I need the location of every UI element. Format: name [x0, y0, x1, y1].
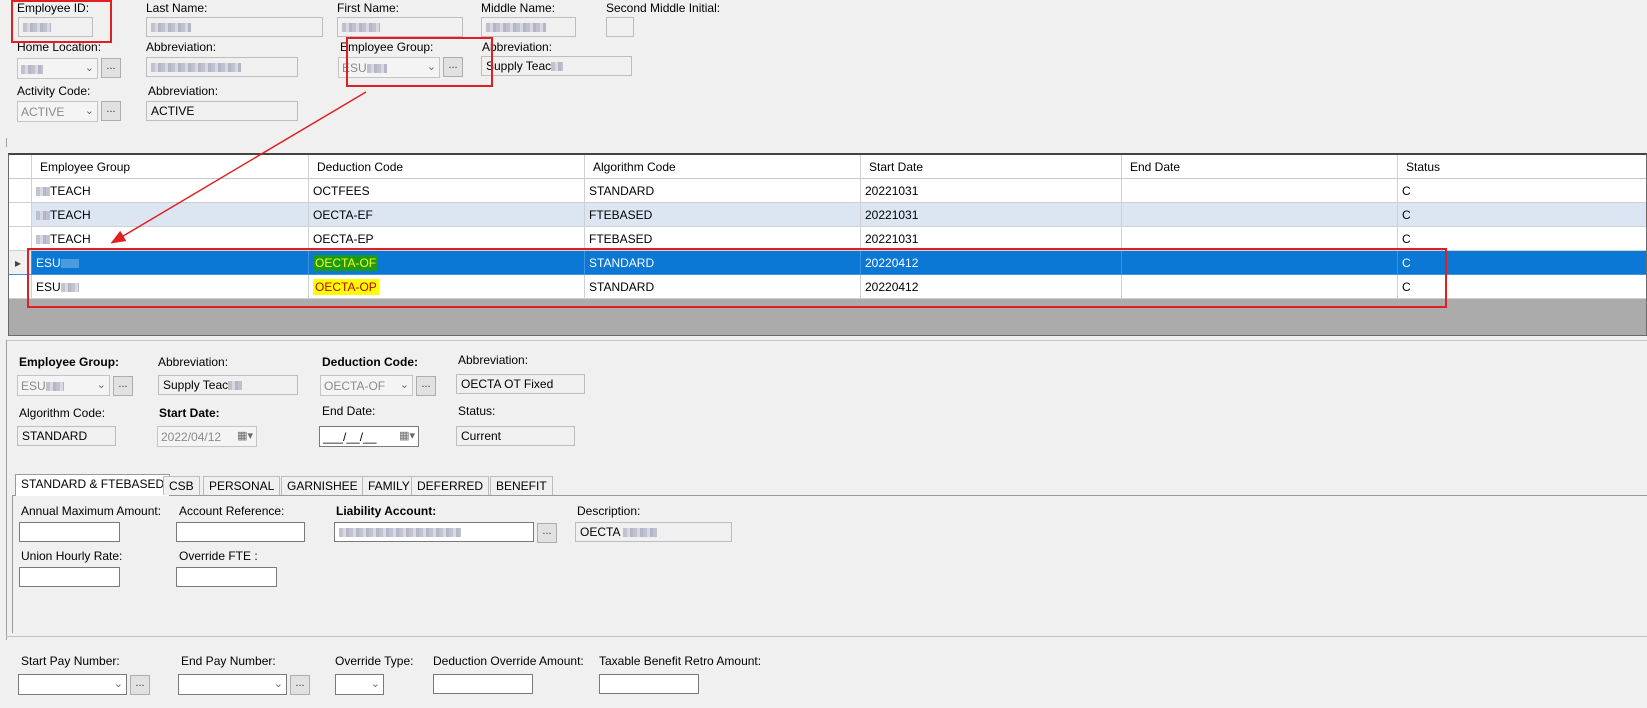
column-header[interactable]: Status [1398, 155, 1646, 179]
chevron-down-icon: ⌄ [113, 678, 123, 690]
account-reference-input[interactable] [176, 522, 305, 542]
divider [6, 138, 7, 147]
activity-code-lookup-button[interactable]: ... [101, 101, 121, 121]
start-date-picker[interactable]: 2022/04/12 ▦▾ [157, 426, 257, 447]
column-header[interactable]: Employee Group [32, 155, 309, 179]
end-pay-number-label: End Pay Number: [181, 654, 276, 668]
override-type-combo[interactable]: ⌄ [335, 674, 384, 695]
middle-name-field[interactable] [481, 17, 576, 37]
annotation-box-employee-id [11, 0, 112, 43]
column-header[interactable]: Start Date [861, 155, 1122, 179]
deduction-override-amount-input[interactable] [433, 674, 533, 694]
liability-account-lookup-button[interactable]: ... [537, 523, 557, 543]
override-fte-label: Override FTE : [179, 549, 258, 563]
end-date-picker[interactable]: ___/__/__ ▦▾ [319, 426, 419, 447]
description-label: Description: [577, 504, 641, 518]
tab-benefit[interactable]: BENEFIT [490, 476, 553, 495]
second-middle-initial-label: Second Middle Initial: [606, 1, 721, 15]
divider [6, 340, 7, 640]
column-header[interactable]: End Date [1122, 155, 1398, 179]
taxable-benefit-retro-label: Taxable Benefit Retro Amount: [599, 654, 762, 668]
override-type-label: Override Type: [335, 654, 414, 668]
deduction-override-amount-label: Deduction Override Amount: [433, 654, 584, 668]
activity-abbreviation-field[interactable]: ACTIVE [146, 101, 298, 121]
home-location-lookup-button[interactable]: ... [101, 58, 121, 78]
last-name-label: Last Name: [146, 1, 208, 15]
description-field[interactable]: OECTA [575, 522, 732, 542]
grid-header-row: Employee Group Deduction Code Algorithm … [9, 155, 1646, 179]
status-label: Status: [458, 404, 496, 418]
deductions-grid[interactable]: Employee Group Deduction Code Algorithm … [8, 153, 1647, 336]
chevron-down-icon: ⌄ [273, 678, 283, 690]
middle-name-label: Middle Name: [481, 1, 556, 15]
home-abbreviation-label: Abbreviation: [146, 40, 217, 54]
tab-deferred[interactable]: DEFERRED [411, 476, 490, 495]
end-date-label: End Date: [322, 404, 376, 418]
home-abbreviation-field[interactable] [146, 57, 298, 77]
deduction-abbreviation-label: Abbreviation: [458, 353, 529, 367]
algorithm-code-label: Algorithm Code: [19, 406, 106, 420]
liability-account-label: Liability Account: [336, 504, 437, 518]
table-row[interactable]: TEACH OECTA-EF FTEBASED 20221031 C [9, 203, 1646, 227]
deduction-code-lookup-button[interactable]: ... [416, 376, 436, 396]
annotation-box-employee-group [346, 37, 493, 87]
taxable-benefit-retro-input[interactable] [599, 674, 699, 694]
union-hourly-rate-input[interactable] [19, 567, 120, 587]
divider [6, 340, 1647, 341]
annual-max-label: Annual Maximum Amount: [21, 504, 162, 518]
column-header[interactable]: Algorithm Code [585, 155, 861, 179]
calendar-icon[interactable]: ▦▾ [399, 429, 415, 442]
first-name-label: First Name: [337, 1, 400, 15]
tab-family[interactable]: FAMILY [362, 476, 416, 495]
row-header-corner [9, 155, 32, 179]
activity-code-value: ACTIVE [21, 105, 65, 119]
group-abbreviation-field[interactable]: Supply Teac [481, 56, 632, 76]
status-field[interactable]: Current [456, 426, 575, 446]
chevron-down-icon: ⌄ [399, 379, 409, 391]
divider [6, 636, 1647, 637]
column-header[interactable]: Deduction Code [309, 155, 585, 179]
activity-code-combo[interactable]: ACTIVE ⌄ [17, 101, 98, 122]
chevron-down-icon: ⌄ [96, 379, 106, 391]
tab-csb[interactable]: CSB [163, 476, 200, 495]
detail-employee-group-label: Employee Group: [19, 355, 120, 369]
detail-abbreviation-field[interactable]: Supply Teac [158, 375, 298, 395]
chevron-down-icon: ⌄ [370, 678, 380, 690]
algorithm-code-field[interactable]: STANDARD [17, 426, 116, 446]
annotation-box-esu-rows [27, 248, 1447, 308]
end-pay-number-combo[interactable]: ⌄ [178, 674, 287, 695]
tab-garnishee[interactable]: GARNISHEE [281, 476, 364, 495]
activity-abbreviation-label: Abbreviation: [148, 84, 219, 98]
end-pay-number-lookup-button[interactable]: ... [290, 675, 310, 695]
tab-personal[interactable]: PERSONAL [203, 476, 281, 495]
home-location-combo[interactable]: ⌄ [17, 58, 98, 79]
chevron-down-icon: ⌄ [84, 62, 94, 74]
deduction-code-label: Deduction Code: [322, 355, 418, 369]
annual-max-input[interactable] [19, 522, 120, 542]
detail-employee-group-combo[interactable]: ESU ⌄ [17, 375, 110, 396]
row-header[interactable] [9, 179, 32, 203]
detail-abbreviation-label: Abbreviation: [158, 355, 229, 369]
union-hourly-rate-label: Union Hourly Rate: [21, 549, 123, 563]
start-pay-number-combo[interactable]: ⌄ [18, 674, 127, 695]
start-pay-number-label: Start Pay Number: [21, 654, 120, 668]
liability-account-input[interactable] [334, 522, 534, 542]
deduction-abbreviation-field[interactable]: OECTA OT Fixed [456, 374, 585, 394]
first-name-field[interactable] [337, 17, 463, 37]
row-header[interactable] [9, 203, 32, 227]
table-row[interactable]: TEACH OCTFEES STANDARD 20221031 C [9, 179, 1646, 203]
detail-employee-group-lookup-button[interactable]: ... [113, 376, 133, 396]
activity-code-label: Activity Code: [17, 84, 91, 98]
calendar-icon[interactable]: ▦▾ [237, 429, 253, 442]
account-reference-label: Account Reference: [179, 504, 285, 518]
start-date-label: Start Date: [159, 406, 220, 420]
override-fte-input[interactable] [176, 567, 277, 587]
tab-panel: Annual Maximum Amount: Account Reference… [12, 496, 1647, 633]
start-pay-number-lookup-button[interactable]: ... [130, 675, 150, 695]
deduction-code-combo[interactable]: OECTA-OF ⌄ [320, 375, 413, 396]
tab-standard-ftebased[interactable]: STANDARD & FTEBASED [15, 474, 171, 496]
chevron-down-icon: ⌄ [84, 105, 94, 117]
second-middle-initial-field[interactable] [606, 17, 634, 37]
last-name-field[interactable] [146, 17, 323, 37]
